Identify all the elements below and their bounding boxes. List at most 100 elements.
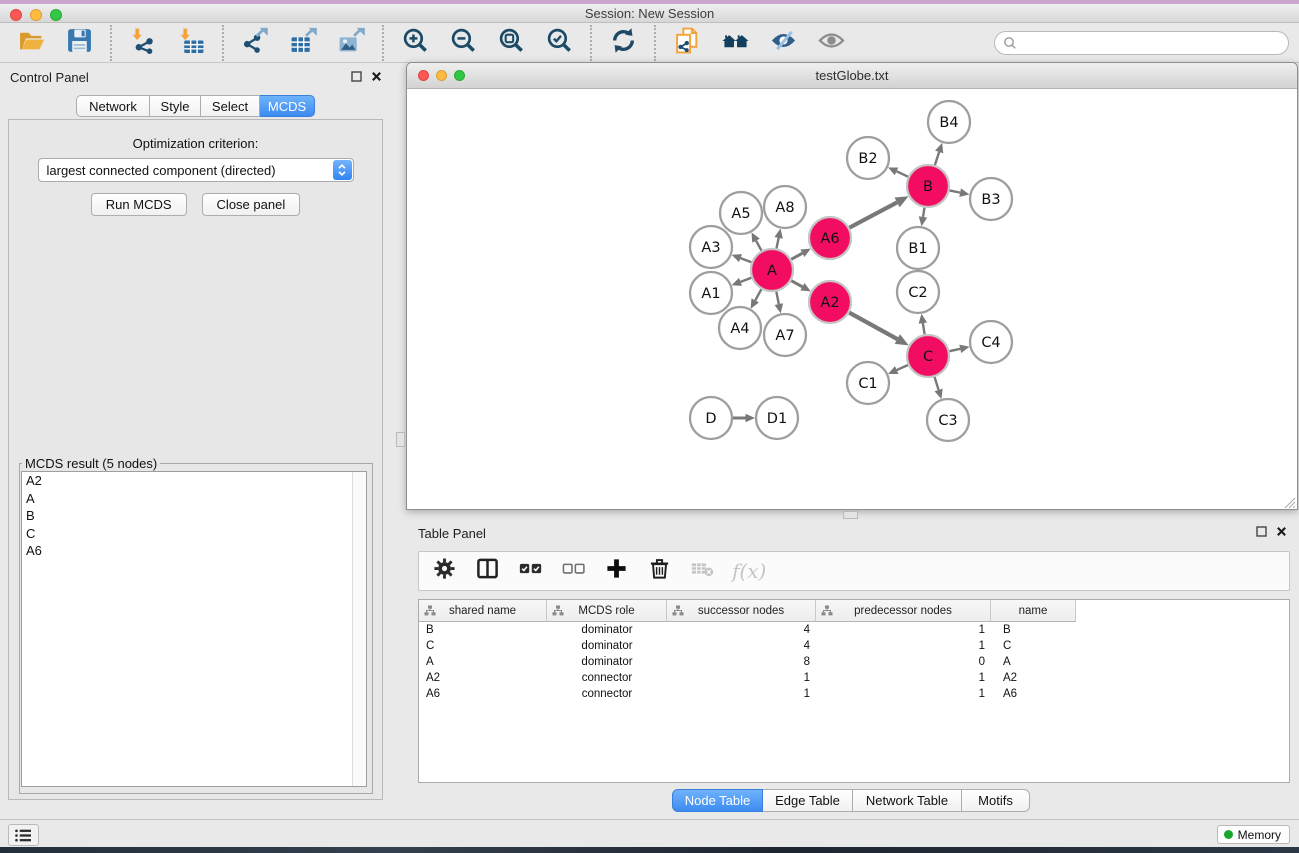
graph-edge-A-A8[interactable] [776, 238, 778, 249]
table-cell[interactable]: 1 [667, 686, 816, 702]
graph-edge-A6-B[interactable] [849, 202, 897, 227]
tab-node-table[interactable]: Node Table [672, 789, 763, 812]
graph-edge-B-B3[interactable] [950, 190, 961, 192]
graph-edge-A-A6[interactable] [791, 253, 802, 259]
save-session-button[interactable] [64, 28, 94, 58]
show-all-button[interactable] [816, 28, 846, 58]
criterion-dropdown[interactable]: largest connected component (directed) [38, 158, 354, 182]
export-image-button[interactable] [336, 28, 366, 58]
table-cell[interactable]: 4 [667, 638, 816, 654]
window-resize-grip[interactable] [1284, 496, 1296, 508]
tab-select[interactable]: Select [201, 95, 260, 117]
import-table-button[interactable] [176, 28, 206, 58]
result-scrollbar[interactable] [352, 472, 366, 786]
hide-selected-button[interactable] [768, 28, 798, 58]
tab-style[interactable]: Style [150, 95, 201, 117]
graph-edge-C-C1[interactable] [897, 365, 908, 370]
table-cell[interactable]: B [419, 622, 547, 638]
network-canvas[interactable]: B4B2BB3A8A5A6A3B1AA1C2A2A4A7C4CC1C3DD1 [407, 89, 1297, 509]
zoom-fit-button[interactable] [496, 28, 526, 58]
table-cell[interactable]: dominator [547, 638, 667, 654]
zoom-in-button[interactable] [400, 28, 430, 58]
column-header-name[interactable]: name [991, 600, 1076, 622]
open-file-button[interactable] [16, 28, 46, 58]
table-cell[interactable]: 1 [667, 670, 816, 686]
search-input[interactable] [1017, 33, 1288, 53]
column-header-shared-name[interactable]: shared name [419, 600, 547, 622]
export-network-button[interactable] [240, 28, 270, 58]
table-cell[interactable]: A6 [991, 686, 1076, 702]
mcds-result-list[interactable]: A2ABCA6 [21, 471, 367, 787]
graph-edge-A-A3[interactable] [740, 258, 751, 262]
zoom-out-button[interactable] [448, 28, 478, 58]
table-cell[interactable]: 1 [816, 686, 991, 702]
table-cell[interactable]: A6 [419, 686, 547, 702]
mcds-result-item[interactable]: A6 [22, 542, 366, 560]
table-cell[interactable]: dominator [547, 622, 667, 638]
table-row[interactable]: Bdominator41B [419, 622, 1289, 638]
import-network-button[interactable] [128, 28, 158, 58]
table-cell[interactable]: A [419, 654, 547, 670]
table-cell[interactable]: C [419, 638, 547, 654]
splitter-handle-vertical[interactable] [396, 432, 405, 447]
graph-edge-C-C3[interactable] [935, 377, 939, 390]
graph-edge-A-A2[interactable] [791, 281, 802, 287]
tab-motifs[interactable]: Motifs [962, 789, 1030, 812]
mcds-result-item[interactable]: B [22, 507, 366, 525]
column-header-successor-nodes[interactable]: successor nodes [667, 600, 816, 622]
float-panel-icon[interactable] [351, 71, 362, 82]
search-box[interactable] [994, 31, 1289, 55]
table-row[interactable]: Adominator80A [419, 654, 1289, 670]
table-cell[interactable]: 0 [816, 654, 991, 670]
create-column-button[interactable] [603, 558, 629, 584]
deselect-all-rows-button[interactable] [560, 558, 586, 584]
show-column-button[interactable] [474, 558, 500, 584]
column-header-predecessor-nodes[interactable]: predecessor nodes [816, 600, 991, 622]
tab-mcds[interactable]: MCDS [260, 95, 315, 117]
mcds-result-item[interactable]: C [22, 525, 366, 543]
table-float-panel-icon[interactable] [1256, 526, 1267, 537]
table-cell[interactable]: 1 [816, 622, 991, 638]
task-history-button[interactable] [8, 824, 39, 846]
table-cell[interactable]: connector [547, 670, 667, 686]
graph-edge-C-C2[interactable] [923, 323, 925, 334]
first-neighbors-button[interactable] [720, 28, 750, 58]
table-cell[interactable]: A2 [991, 670, 1076, 686]
select-all-rows-button[interactable] [517, 558, 543, 584]
delete-column-button[interactable] [646, 558, 672, 584]
mcds-result-item[interactable]: A [22, 490, 366, 508]
table-row[interactable]: A2connector11A2 [419, 670, 1289, 686]
close-panel-icon[interactable] [371, 71, 382, 82]
table-cell[interactable]: 4 [667, 622, 816, 638]
new-network-from-selection-button[interactable] [672, 28, 702, 58]
memory-button[interactable]: Memory [1217, 825, 1290, 844]
close-panel-button[interactable]: Close panel [202, 193, 301, 216]
table-cell[interactable]: 8 [667, 654, 816, 670]
table-cell[interactable]: C [991, 638, 1076, 654]
graph-edge-A-A7[interactable] [776, 292, 779, 305]
table-row[interactable]: Cdominator41C [419, 638, 1289, 654]
table-cell[interactable]: A2 [419, 670, 547, 686]
table-cell[interactable]: 1 [816, 670, 991, 686]
zoom-selected-button[interactable] [544, 28, 574, 58]
table-mode-gear-button[interactable] [431, 558, 457, 584]
run-mcds-button[interactable]: Run MCDS [91, 193, 187, 216]
table-cell[interactable]: A [991, 654, 1076, 670]
table-cell[interactable]: dominator [547, 654, 667, 670]
table-close-panel-icon[interactable] [1276, 526, 1287, 537]
table-row[interactable]: A6connector11A6 [419, 686, 1289, 702]
table-cell[interactable]: connector [547, 686, 667, 702]
graph-edge-B-B1[interactable] [923, 208, 924, 217]
network-window-titlebar[interactable]: testGlobe.txt [407, 63, 1297, 89]
refresh-button[interactable] [608, 28, 638, 58]
graph-edge-B-B4[interactable] [935, 152, 939, 165]
mcds-result-item[interactable]: A2 [22, 472, 366, 490]
column-header-MCDS-role[interactable]: MCDS role [547, 600, 667, 622]
tab-network[interactable]: Network [76, 95, 150, 117]
export-table-button[interactable] [288, 28, 318, 58]
graph-edge-C-C4[interactable] [949, 349, 960, 351]
table-cell[interactable]: B [991, 622, 1076, 638]
graph-edge-A-A5[interactable] [756, 241, 761, 251]
graph-edge-B-B2[interactable] [897, 171, 909, 176]
splitter-handle-horizontal[interactable] [843, 511, 858, 519]
